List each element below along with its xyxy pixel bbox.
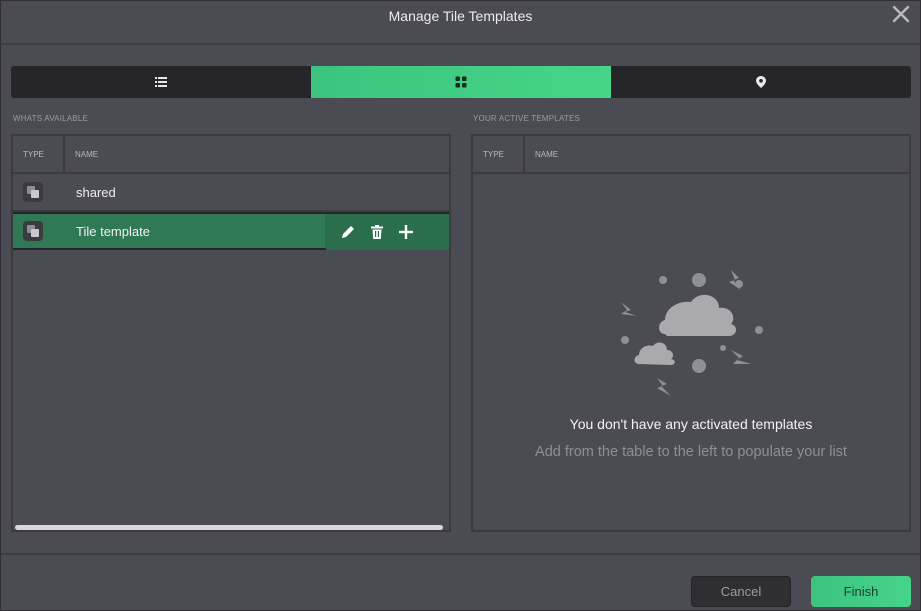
active-table-header: TYPE NAME: [473, 136, 909, 174]
close-icon[interactable]: [891, 4, 911, 24]
available-table-header: TYPE NAME: [13, 136, 449, 174]
dialog-title: Manage Tile Templates: [388, 8, 533, 24]
active-section-label: YOUR ACTIVE TEMPLATES: [473, 114, 581, 123]
edit-icon[interactable]: [340, 224, 356, 240]
empty-state-title: You don't have any activated templates: [569, 416, 813, 432]
shared-tile-icon: [23, 182, 43, 202]
shared-tile-icon: [23, 221, 43, 241]
empty-state-subtitle: Add from the table to the left to popula…: [535, 444, 847, 460]
column-header-type[interactable]: TYPE: [473, 136, 525, 172]
finish-button[interactable]: Finish: [811, 576, 911, 607]
footer-divider: [1, 553, 920, 555]
available-table: TYPE NAME shared Tile template: [11, 134, 451, 532]
table-row[interactable]: shared: [13, 174, 449, 212]
row-actions: [325, 214, 449, 250]
dialog-header: Manage Tile Templates: [1, 1, 920, 45]
add-icon[interactable]: [398, 224, 414, 240]
tab-list-view[interactable]: [11, 66, 311, 98]
grid-icon: [455, 76, 467, 88]
horizontal-scrollbar[interactable]: [15, 525, 443, 530]
view-tabs: [11, 66, 911, 98]
cancel-button[interactable]: Cancel: [691, 576, 791, 607]
delete-icon[interactable]: [369, 224, 385, 240]
table-row-selected[interactable]: Tile template: [13, 212, 449, 250]
map-pin-icon: [756, 76, 766, 88]
active-table: TYPE NAME You don't have any activated t…: [471, 134, 911, 532]
tab-tile-view[interactable]: [311, 66, 611, 98]
empty-state-illustration: [621, 270, 763, 396]
row-name: shared: [76, 184, 116, 200]
tab-map-view[interactable]: [611, 66, 911, 98]
column-header-name[interactable]: NAME: [65, 136, 98, 172]
column-header-name[interactable]: NAME: [525, 136, 558, 172]
manage-tile-templates-dialog: Manage Tile Templates WHATS AVAILABLE TY…: [0, 0, 921, 611]
row-name: Tile template: [76, 223, 150, 239]
available-section-label: WHATS AVAILABLE: [13, 114, 89, 123]
list-icon: [155, 77, 167, 87]
column-header-type[interactable]: TYPE: [13, 136, 65, 172]
